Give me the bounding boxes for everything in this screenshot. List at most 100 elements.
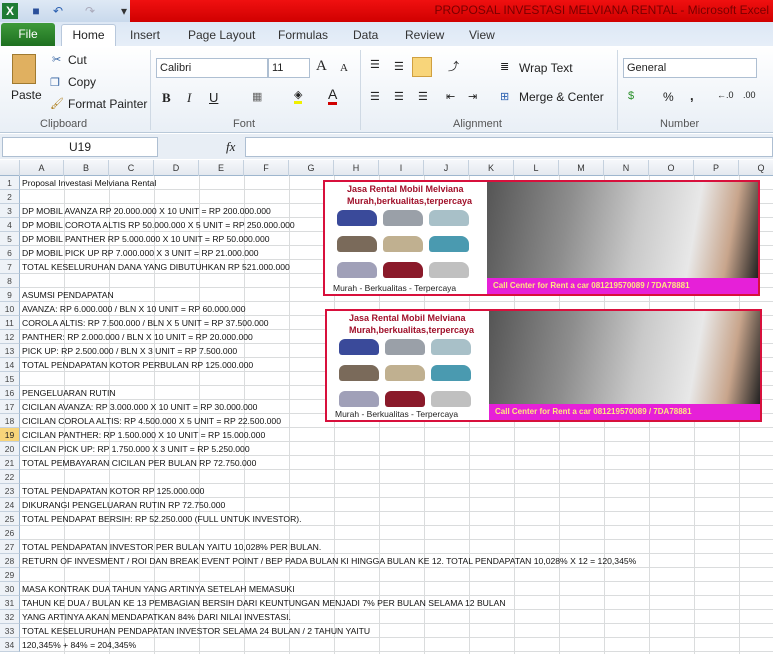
column-header-M[interactable]: M [559, 160, 604, 176]
cell-A20[interactable]: CICILAN PICK UP: RP 1.750.000 X 3 UNIT =… [22, 442, 250, 456]
column-header-J[interactable]: J [424, 160, 469, 176]
format-painter-button[interactable]: Format Painter [68, 97, 147, 111]
tab-file[interactable]: File [1, 23, 55, 46]
row-header[interactable]: 3 [0, 204, 20, 218]
orientation-icon[interactable]: ⤴ [448, 58, 459, 74]
top-align-icon[interactable]: ☰ [370, 58, 380, 71]
row-header[interactable]: 15 [0, 372, 20, 386]
excel-logo-icon[interactable]: X [2, 3, 18, 19]
accounting-format-icon[interactable]: $ [628, 90, 634, 102]
underline-button[interactable]: U [209, 90, 218, 105]
percent-button[interactable]: % [663, 90, 674, 104]
cut-button[interactable]: Cut [68, 53, 87, 67]
row-header[interactable]: 27 [0, 540, 20, 554]
row-header[interactable]: 29 [0, 568, 20, 582]
row-header[interactable]: 23 [0, 484, 20, 498]
column-header-N[interactable]: N [604, 160, 649, 176]
column-header-L[interactable]: L [514, 160, 559, 176]
row-header[interactable]: 12 [0, 330, 20, 344]
row-header[interactable]: 16 [0, 386, 20, 400]
undo-icon[interactable]: ↶ [50, 3, 66, 19]
align-right-icon[interactable]: ☰ [418, 90, 428, 103]
row-header[interactable]: 21 [0, 456, 20, 470]
tab-formulas[interactable]: Formulas [278, 28, 328, 42]
font-name-dropdown[interactable]: Calibri [156, 58, 268, 78]
cell-A10[interactable]: AVANZA: RP 6.000.000 / BLN X 10 UNIT = R… [22, 302, 246, 316]
cell-A9[interactable]: ASUMSI PENDAPATAN [22, 288, 114, 302]
row-header[interactable]: 1 [0, 176, 20, 190]
row-header[interactable]: 34 [0, 638, 20, 652]
wrap-text-button[interactable]: Wrap Text [519, 61, 573, 75]
row-header[interactable]: 26 [0, 526, 20, 540]
number-format-dropdown[interactable]: General [623, 58, 757, 78]
column-header-P[interactable]: P [694, 160, 739, 176]
tab-insert[interactable]: Insert [130, 28, 160, 42]
save-icon[interactable]: ■ [28, 3, 44, 19]
row-header[interactable]: 19 [0, 428, 20, 442]
column-header-H[interactable]: H [334, 160, 379, 176]
row-header[interactable]: 33 [0, 624, 20, 638]
row-header[interactable]: 14 [0, 358, 20, 372]
font-size-dropdown[interactable]: 11 [268, 58, 310, 78]
column-header-F[interactable]: F [244, 160, 289, 176]
tab-review[interactable]: Review [405, 28, 444, 42]
cell-A18[interactable]: CICILAN COROLA ALTIS: RP 4.500.000 X 5 U… [22, 414, 281, 428]
cell-A3[interactable]: DP MOBIL AVANZA RP 20.000.000 X 10 UNIT … [22, 204, 271, 218]
font-color-icon[interactable]: A [328, 86, 338, 105]
tab-page-layout[interactable]: Page Layout [188, 28, 255, 42]
cell-A17[interactable]: CICILAN AVANZA: RP 3.000.000 X 10 UNIT =… [22, 400, 257, 414]
cell-A4[interactable]: DP MOBIL COROTA ALTIS RP 50.000.000 X 5 … [22, 218, 295, 232]
cell-A19[interactable]: CICILAN PANTHER: RP 1.500.000 X 10 UNIT … [22, 428, 265, 442]
tab-data[interactable]: Data [353, 28, 378, 42]
redo-icon[interactable]: ↷ [82, 3, 98, 19]
cell-A7[interactable]: TOTAL KESELURUHAN DANA YANG DIBUTUHKAN R… [22, 260, 290, 274]
cell-A16[interactable]: PENGELUARAN RUTIN [22, 386, 116, 400]
name-box[interactable]: U19 [2, 137, 158, 157]
fill-color-icon[interactable]: ◈ [294, 88, 303, 104]
row-header[interactable]: 28 [0, 554, 20, 568]
comma-button[interactable]: , [690, 88, 694, 103]
row-header[interactable]: 25 [0, 512, 20, 526]
row-header[interactable]: 22 [0, 470, 20, 484]
row-header[interactable]: 30 [0, 582, 20, 596]
cell-A28[interactable]: RETURN OF INVESMENT / ROI DAN BREAK EVEN… [22, 554, 636, 568]
select-all-corner[interactable] [0, 160, 20, 176]
cell-A34[interactable]: 120,345% + 84% = 204,345% [22, 638, 136, 652]
cell-A33[interactable]: TOTAL KESELURUHAN PENDAPATAN INVESTOR SE… [22, 624, 370, 638]
cell-A31[interactable]: TAHUN KE DUA / BULAN KE 13 PEMBAGIAN BER… [22, 596, 506, 610]
cell-A11[interactable]: COROLA ALTIS: RP 7.500.000 / BLN X 5 UNI… [22, 316, 269, 330]
increase-decimal-icon[interactable]: ←.0 [717, 90, 734, 100]
row-header[interactable]: 20 [0, 442, 20, 456]
merge-center-button[interactable]: Merge & Center [519, 90, 604, 104]
row-header[interactable]: 31 [0, 596, 20, 610]
cell-A5[interactable]: DP MOBIL PANTHER RP 5.000.000 X 10 UNIT … [22, 232, 270, 246]
tab-view[interactable]: View [469, 28, 495, 42]
decrease-indent-icon[interactable]: ⇤ [446, 90, 455, 103]
copy-button[interactable]: Copy [68, 75, 96, 89]
align-left-icon[interactable]: ☰ [370, 90, 380, 103]
row-header[interactable]: 8 [0, 274, 20, 288]
middle-align-icon[interactable]: ☰ [394, 60, 404, 73]
row-header[interactable]: 24 [0, 498, 20, 512]
row-header[interactable]: 13 [0, 344, 20, 358]
cell-A24[interactable]: DIKURANGI PENGELUARAN RUTIN RP 72.750.00… [22, 498, 225, 512]
cell-A6[interactable]: DP MOBIL PICK UP RP 7.000.000 X 3 UNIT =… [22, 246, 259, 260]
center-icon[interactable]: ☰ [394, 90, 404, 103]
row-header[interactable]: 2 [0, 190, 20, 204]
column-header-D[interactable]: D [154, 160, 199, 176]
bold-button[interactable]: B [162, 90, 171, 106]
row-header[interactable]: 6 [0, 246, 20, 260]
row-header[interactable]: 4 [0, 218, 20, 232]
row-header[interactable]: 9 [0, 288, 20, 302]
row-header[interactable]: 18 [0, 414, 20, 428]
formula-input[interactable] [245, 137, 773, 157]
cell-A14[interactable]: TOTAL PENDAPATAN KOTOR PERBULAN RP 125.0… [22, 358, 253, 372]
italic-button[interactable]: I [187, 90, 191, 106]
shrink-font-icon[interactable]: A [340, 62, 348, 74]
grow-font-icon[interactable]: A [316, 58, 327, 75]
column-header-I[interactable]: I [379, 160, 424, 176]
cell-A23[interactable]: TOTAL PENDAPATAN KOTOR RP 125.000.000 [22, 484, 204, 498]
paste-button[interactable]: Paste [11, 88, 42, 102]
cell-A25[interactable]: TOTAL PENDAPAT BERSIH: RP 52.250.000 (FU… [22, 512, 302, 526]
row-header[interactable]: 32 [0, 610, 20, 624]
